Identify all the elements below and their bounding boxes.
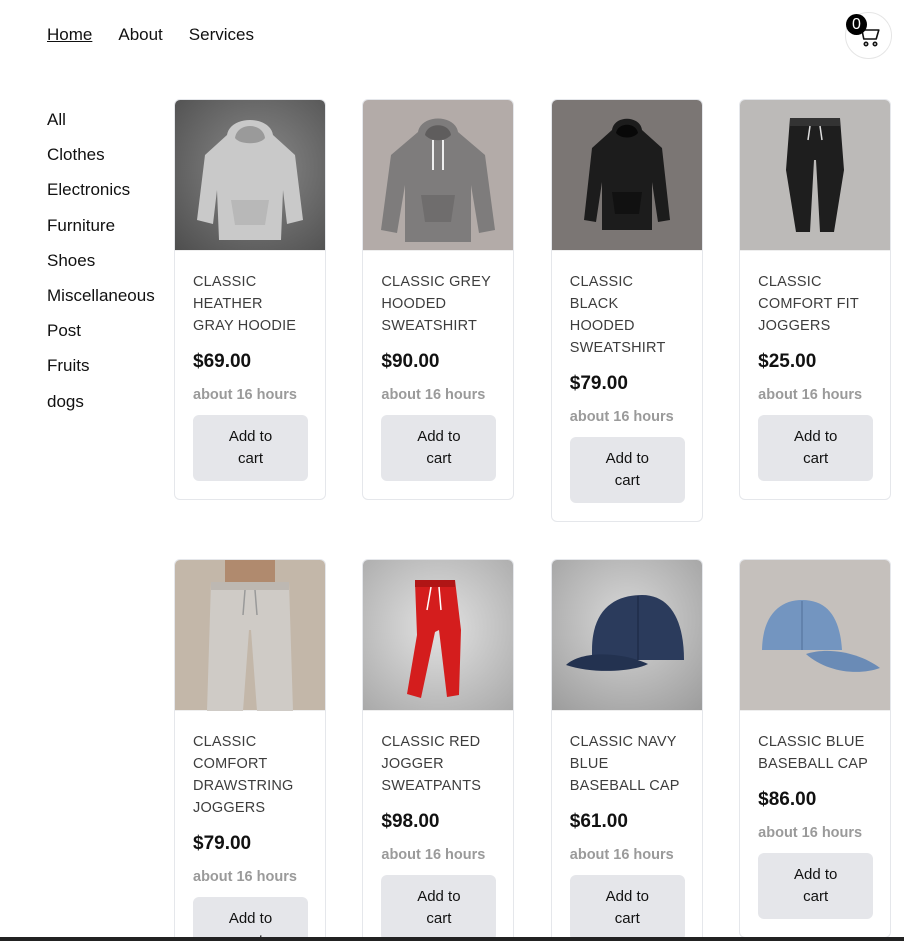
product-card: CLASSIC NAVY BLUE BASEBALL CAP $61.00 ab… bbox=[550, 559, 703, 941]
category-clothes[interactable]: Clothes bbox=[47, 144, 155, 179]
add-to-cart-button[interactable]: Add to cart bbox=[381, 415, 497, 481]
add-to-cart-button[interactable]: Add to cart bbox=[381, 875, 497, 941]
product-title[interactable]: CLASSIC COMFORT DRAWSTRING JOGGERS bbox=[193, 731, 307, 819]
cap-image-icon bbox=[762, 600, 881, 672]
add-to-cart-button[interactable]: Add to cart bbox=[758, 415, 874, 481]
add-to-cart-button[interactable]: Add to cart bbox=[758, 853, 874, 919]
category-miscellaneous[interactable]: Miscellaneous bbox=[47, 285, 155, 320]
product-title[interactable]: CLASSIC COMFORT FIT JOGGERS bbox=[758, 271, 872, 337]
category-sidebar: All Clothes Electronics Furniture Shoes … bbox=[47, 109, 155, 426]
category-furniture[interactable]: Furniture bbox=[47, 215, 155, 250]
product-title[interactable]: CLASSIC NAVY BLUE BASEBALL CAP bbox=[570, 731, 684, 797]
product-title[interactable]: CLASSIC GREY HOODED SWEATSHIRT bbox=[381, 271, 495, 337]
product-timestamp: about 16 hours bbox=[569, 409, 674, 425]
taskbar-edge bbox=[0, 937, 904, 941]
product-card: CLASSIC BLUE BASEBALL CAP $86.00 about 1… bbox=[739, 559, 892, 938]
product-title[interactable]: CLASSIC HEATHER GRAY HOODIE bbox=[193, 271, 307, 337]
category-post[interactable]: Post bbox=[47, 320, 155, 355]
product-image[interactable] bbox=[740, 100, 891, 251]
product-card: CLASSIC RED JOGGER SWEATPANTS $98.00 abo… bbox=[362, 559, 515, 941]
product-card: CLASSIC GREY HOODED SWEATSHIRT $90.00 ab… bbox=[362, 99, 515, 500]
product-price: $98.00 bbox=[381, 811, 440, 832]
nav-home-link[interactable]: Home bbox=[47, 24, 92, 46]
product-price: $90.00 bbox=[381, 351, 440, 372]
add-to-cart-button[interactable]: Add to cart bbox=[193, 897, 308, 941]
product-price: $25.00 bbox=[758, 351, 817, 372]
product-card: CLASSIC COMFORT DRAWSTRING JOGGERS $79.0… bbox=[174, 559, 326, 941]
product-card: CLASSIC BLACK HOODED SWEATSHIRT $79.00 a… bbox=[550, 99, 703, 522]
product-timestamp: about 16 hours bbox=[569, 847, 674, 863]
category-dogs[interactable]: dogs bbox=[47, 391, 155, 426]
nav-services-link[interactable]: Services bbox=[189, 24, 254, 46]
hoodie-image-icon bbox=[381, 118, 496, 242]
category-all[interactable]: All bbox=[47, 109, 155, 144]
category-electronics[interactable]: Electronics bbox=[47, 179, 155, 214]
product-image[interactable] bbox=[363, 560, 514, 711]
product-price: $69.00 bbox=[193, 351, 252, 372]
top-nav: Home About Services bbox=[47, 24, 254, 46]
product-price: $79.00 bbox=[193, 833, 252, 854]
add-to-cart-button[interactable]: Add to cart bbox=[569, 437, 685, 503]
product-grid: CLASSIC HEATHER GRAY HOODIE $69.00 about… bbox=[174, 99, 892, 941]
nav-about-link[interactable]: About bbox=[118, 24, 162, 46]
product-timestamp: about 16 hours bbox=[381, 387, 486, 403]
cart-count-badge: 0 bbox=[846, 14, 867, 35]
product-timestamp: about 16 hours bbox=[758, 825, 863, 841]
hoodie-image-icon bbox=[583, 118, 670, 230]
product-timestamp: about 16 hours bbox=[758, 387, 863, 403]
hoodie-image-icon bbox=[197, 120, 303, 240]
sweatpants-image-icon bbox=[407, 580, 462, 698]
product-price: $86.00 bbox=[758, 789, 817, 810]
product-price: $79.00 bbox=[569, 373, 628, 394]
product-image[interactable] bbox=[175, 560, 325, 711]
product-card: CLASSIC COMFORT FIT JOGGERS $25.00 about… bbox=[739, 99, 892, 500]
product-image[interactable] bbox=[551, 100, 702, 251]
product-title[interactable]: CLASSIC BLACK HOODED SWEATSHIRT bbox=[570, 271, 684, 359]
cap-image-icon bbox=[565, 595, 684, 671]
add-to-cart-button[interactable]: Add to cart bbox=[193, 415, 308, 481]
product-timestamp: about 16 hours bbox=[193, 869, 297, 885]
product-timestamp: about 16 hours bbox=[381, 847, 486, 863]
product-image[interactable] bbox=[363, 100, 514, 251]
product-timestamp: about 16 hours bbox=[193, 387, 297, 403]
category-fruits[interactable]: Fruits bbox=[47, 355, 155, 390]
product-title[interactable]: CLASSIC RED JOGGER SWEATPANTS bbox=[381, 731, 495, 797]
product-card: CLASSIC HEATHER GRAY HOODIE $69.00 about… bbox=[174, 99, 326, 500]
joggers-image-icon bbox=[786, 118, 845, 232]
cart-button[interactable]: 0 bbox=[845, 12, 892, 59]
product-image[interactable] bbox=[740, 560, 891, 711]
add-to-cart-button[interactable]: Add to cart bbox=[569, 875, 685, 941]
product-price: $61.00 bbox=[569, 811, 628, 832]
product-title[interactable]: CLASSIC BLUE BASEBALL CAP bbox=[758, 731, 872, 775]
product-image[interactable] bbox=[551, 560, 702, 711]
category-shoes[interactable]: Shoes bbox=[47, 250, 155, 285]
product-image[interactable] bbox=[175, 100, 325, 251]
joggers-image-icon bbox=[207, 560, 293, 711]
